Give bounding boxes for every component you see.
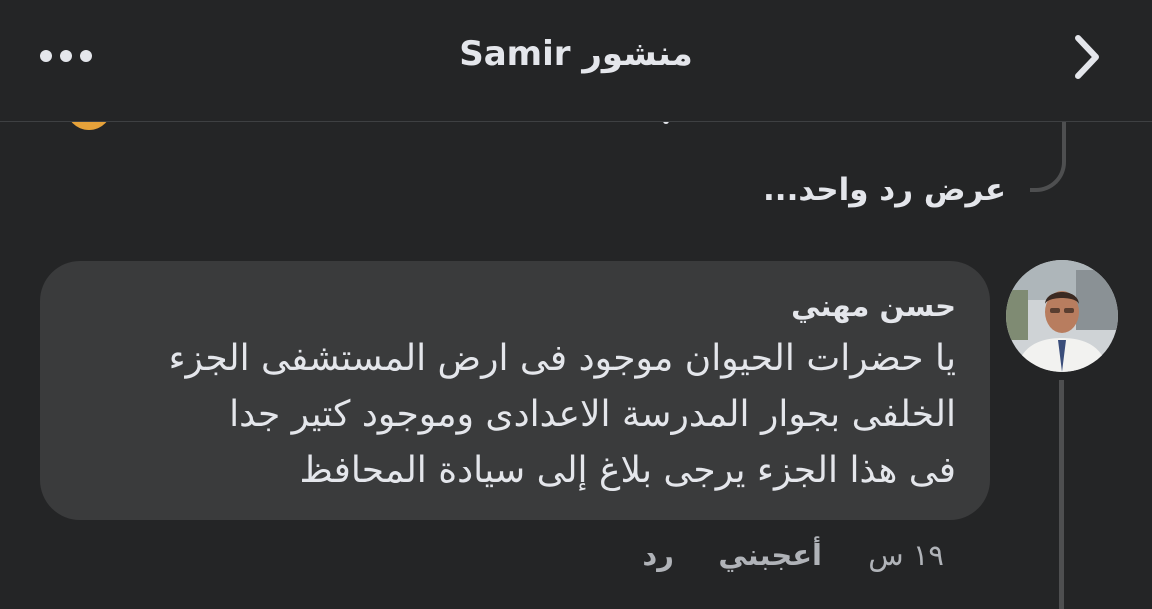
reply-button[interactable]: رد	[642, 538, 674, 582]
comment-text: يا حضرات الحيوان موجود فى ارض المستشفى ا…	[74, 331, 956, 499]
comment-text-line: الخلفى بجوار المدرسة الاعدادى وموجود كتي…	[229, 394, 956, 435]
view-replies-link[interactable]: عرض رد واحد...	[763, 172, 1006, 208]
like-button[interactable]: أعجبني	[718, 538, 822, 582]
page-title: منشور Samir	[459, 34, 693, 74]
thread-line	[1059, 380, 1064, 609]
chevron-right-icon[interactable]	[1066, 32, 1110, 82]
post-page: منشور Samir عرض رد واحد... حسن مهني يا ح…	[0, 0, 1152, 609]
comment-text-line: فى هذا الجزء يرجى بلاغ إلى سيادة المحافظ	[299, 450, 956, 491]
comment-author[interactable]: حسن مهني	[74, 287, 956, 325]
comment-bubble: حسن مهني يا حضرات الحيوان موجود فى ارض ا…	[40, 261, 990, 520]
avatar[interactable]	[1006, 260, 1118, 372]
top-bar: منشور Samir	[0, 0, 1152, 122]
comment-timestamp: ١٩ س	[868, 538, 944, 572]
comment-text-line: يا حضرات الحيوان موجود فى ارض المستشفى ا…	[168, 338, 956, 379]
